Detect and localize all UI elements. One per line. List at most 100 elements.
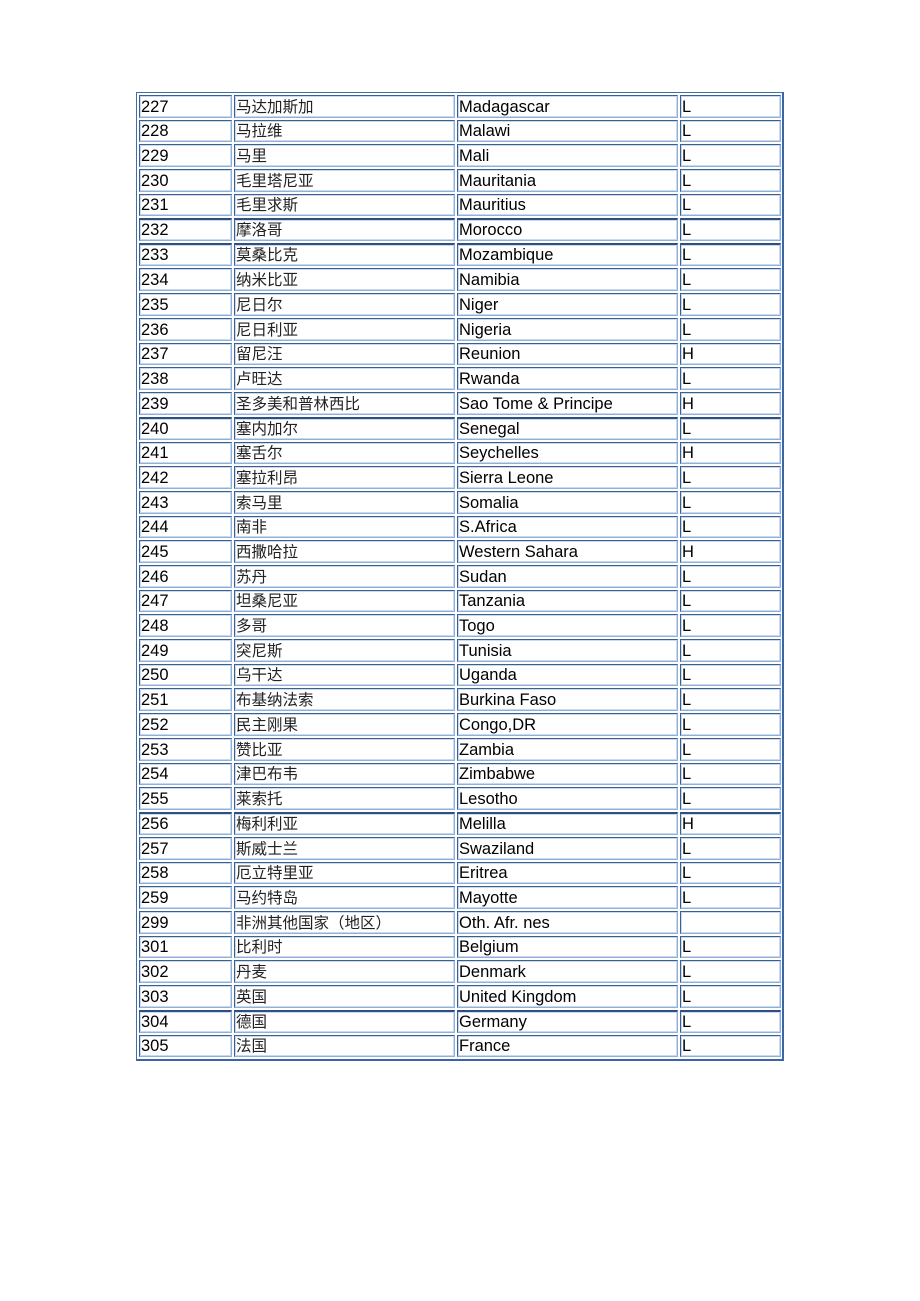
category-cell: L bbox=[680, 169, 781, 192]
table-row: 236 尼日利亚 Nigeria L bbox=[139, 317, 781, 341]
code-cell: 234 bbox=[139, 268, 232, 292]
chinese-name-cell: 津巴布韦 bbox=[234, 762, 455, 786]
table-row: 244 南非 S.Africa L bbox=[139, 515, 781, 539]
code-cell: 259 bbox=[139, 886, 232, 909]
chinese-name-cell: 莫桑比克 bbox=[234, 243, 455, 267]
table-body: 227 马达加斯加 Madagascar L 228 马拉维 Malawi L 229 马里 Mal… bbox=[139, 95, 781, 1058]
table-row: 245 西撒哈拉 Western Sahara H bbox=[139, 540, 781, 563]
chinese-name-cell: 赞比亚 bbox=[234, 737, 455, 761]
english-name-cell: Niger bbox=[457, 293, 678, 316]
table-row: 247 坦桑尼亚 Tanzania L bbox=[139, 589, 781, 613]
chinese-name-cell: 马里 bbox=[234, 144, 455, 168]
table-row: 251 布基纳法索 Burkina Faso L bbox=[139, 688, 781, 712]
code-cell: 237 bbox=[139, 342, 232, 366]
code-cell: 304 bbox=[139, 1009, 232, 1033]
chinese-name-cell: 莱索托 bbox=[234, 787, 455, 810]
category-cell: L bbox=[680, 960, 781, 983]
english-name-cell: Tanzania bbox=[457, 589, 678, 613]
code-cell: 229 bbox=[139, 144, 232, 168]
category-cell: L bbox=[680, 193, 781, 217]
code-cell: 227 bbox=[139, 95, 232, 118]
english-name-cell: Senegal bbox=[457, 416, 678, 440]
table-row: 234 纳米比亚 Namibia L bbox=[139, 268, 781, 292]
chinese-name-cell: 民主刚果 bbox=[234, 713, 455, 736]
code-cell: 235 bbox=[139, 293, 232, 316]
table-row: 243 索马里 Somalia L bbox=[139, 490, 781, 514]
code-cell: 244 bbox=[139, 515, 232, 539]
category-cell: L bbox=[680, 762, 781, 786]
category-cell: L bbox=[680, 935, 781, 959]
category-cell: L bbox=[680, 367, 781, 390]
code-cell: 250 bbox=[139, 663, 232, 687]
english-name-cell: Mali bbox=[457, 144, 678, 168]
english-name-cell: Zambia bbox=[457, 737, 678, 761]
table-row: 239 圣多美和普林西比 Sao Tome & Principe H bbox=[139, 391, 781, 415]
code-cell: 240 bbox=[139, 416, 232, 440]
table-row: 240 塞内加尔 Senegal L bbox=[139, 416, 781, 440]
english-name-cell: Sudan bbox=[457, 565, 678, 588]
english-name-cell: Tunisia bbox=[457, 639, 678, 662]
code-cell: 228 bbox=[139, 119, 232, 143]
code-cell: 241 bbox=[139, 441, 232, 465]
chinese-name-cell: 多哥 bbox=[234, 614, 455, 638]
table-row: 241 塞舌尔 Seychelles H bbox=[139, 441, 781, 465]
category-cell: L bbox=[680, 861, 781, 885]
english-name-cell: Uganda bbox=[457, 663, 678, 687]
category-cell: L bbox=[680, 515, 781, 539]
code-cell: 238 bbox=[139, 367, 232, 390]
table-row: 242 塞拉利昂 Sierra Leone L bbox=[139, 466, 781, 489]
code-cell: 230 bbox=[139, 169, 232, 192]
english-name-cell: Somalia bbox=[457, 490, 678, 514]
code-cell: 253 bbox=[139, 737, 232, 761]
code-cell: 247 bbox=[139, 589, 232, 613]
chinese-name-cell: 毛里塔尼亚 bbox=[234, 169, 455, 192]
category-cell: L bbox=[680, 589, 781, 613]
code-cell: 305 bbox=[139, 1034, 232, 1058]
english-name-cell: United Kingdom bbox=[457, 985, 678, 1008]
chinese-name-cell: 索马里 bbox=[234, 490, 455, 514]
english-name-cell: Eritrea bbox=[457, 861, 678, 885]
table-row: 253 赞比亚 Zambia L bbox=[139, 737, 781, 761]
english-name-cell: Mozambique bbox=[457, 243, 678, 267]
table-row: 255 莱索托 Lesotho L bbox=[139, 787, 781, 810]
table-row: 229 马里 Mali L bbox=[139, 144, 781, 168]
english-name-cell: Mauritius bbox=[457, 193, 678, 217]
chinese-name-cell: 梅利利亚 bbox=[234, 811, 455, 835]
english-name-cell: S.Africa bbox=[457, 515, 678, 539]
table-row: 258 厄立特里亚 Eritrea L bbox=[139, 861, 781, 885]
code-cell: 245 bbox=[139, 540, 232, 563]
chinese-name-cell: 丹麦 bbox=[234, 960, 455, 983]
table-row: 252 民主刚果 Congo,DR L bbox=[139, 713, 781, 736]
chinese-name-cell: 德国 bbox=[234, 1009, 455, 1033]
english-name-cell: France bbox=[457, 1034, 678, 1058]
chinese-name-cell: 圣多美和普林西比 bbox=[234, 391, 455, 415]
table-row: 235 尼日尔 Niger L bbox=[139, 293, 781, 316]
table-row: 303 英国 United Kingdom L bbox=[139, 985, 781, 1008]
category-cell: L bbox=[680, 836, 781, 860]
chinese-name-cell: 斯威士兰 bbox=[234, 836, 455, 860]
chinese-name-cell: 马达加斯加 bbox=[234, 95, 455, 118]
english-name-cell: Malawi bbox=[457, 119, 678, 143]
category-cell: L bbox=[680, 614, 781, 638]
chinese-name-cell: 毛里求斯 bbox=[234, 193, 455, 217]
english-name-cell: Madagascar bbox=[457, 95, 678, 118]
category-cell: L bbox=[680, 490, 781, 514]
table-row: 228 马拉维 Malawi L bbox=[139, 119, 781, 143]
english-name-cell: Melilla bbox=[457, 811, 678, 835]
code-cell: 231 bbox=[139, 193, 232, 217]
chinese-name-cell: 布基纳法索 bbox=[234, 688, 455, 712]
table-row: 232 摩洛哥 Morocco L bbox=[139, 218, 781, 242]
english-name-cell: Nigeria bbox=[457, 317, 678, 341]
chinese-name-cell: 尼日尔 bbox=[234, 293, 455, 316]
english-name-cell: Zimbabwe bbox=[457, 762, 678, 786]
table-row: 246 苏丹 Sudan L bbox=[139, 565, 781, 588]
english-name-cell: Western Sahara bbox=[457, 540, 678, 563]
chinese-name-cell: 坦桑尼亚 bbox=[234, 589, 455, 613]
chinese-name-cell: 塞拉利昂 bbox=[234, 466, 455, 489]
english-name-cell: Oth. Afr. nes bbox=[457, 910, 678, 934]
category-cell: L bbox=[680, 985, 781, 1008]
code-cell: 246 bbox=[139, 565, 232, 588]
code-cell: 254 bbox=[139, 762, 232, 786]
table-row: 304 德国 Germany L bbox=[139, 1009, 781, 1033]
table-row: 301 比利时 Belgium L bbox=[139, 935, 781, 959]
